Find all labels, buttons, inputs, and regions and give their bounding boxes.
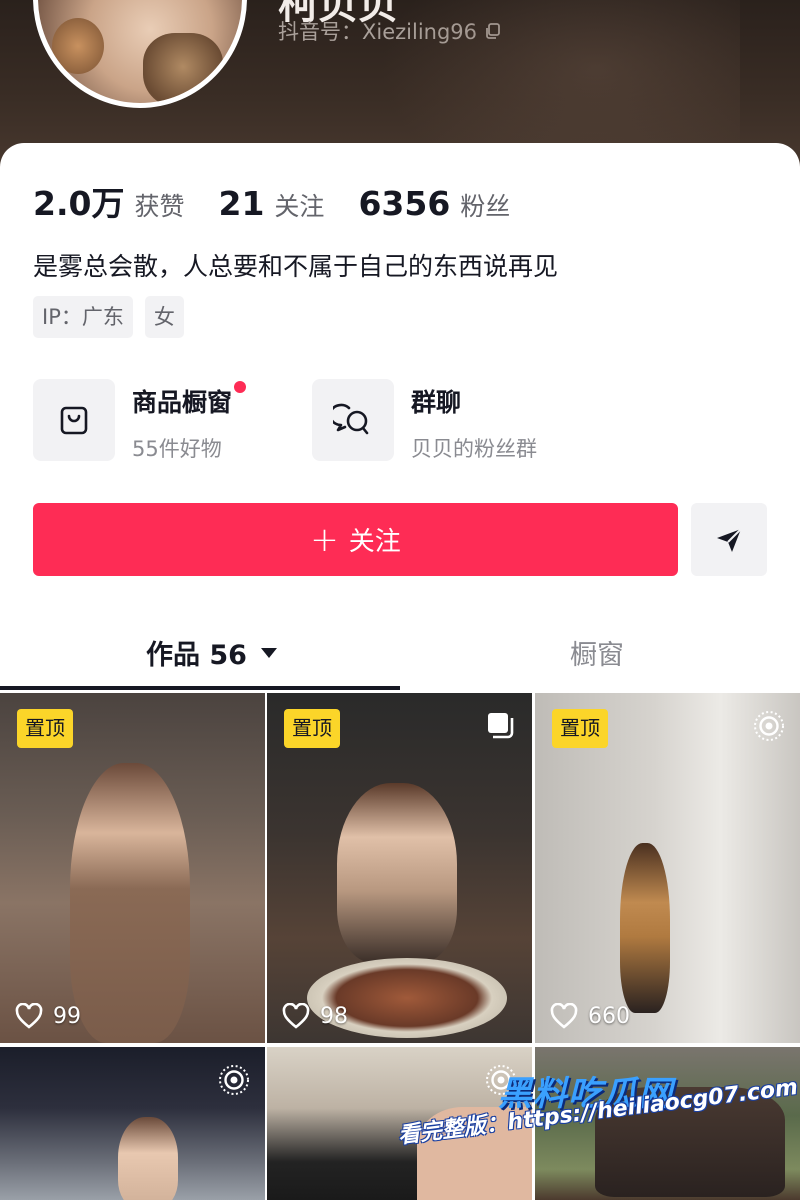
like-count-text: 99 [53, 1003, 81, 1029]
like-count: 660 [550, 1003, 630, 1029]
follow-button[interactable]: + 关注 [33, 503, 678, 576]
tile-photo [417, 1107, 532, 1200]
profile-tags: IP：广东 女 [33, 296, 184, 338]
video-tile[interactable]: 置顶 98 [267, 693, 532, 1043]
shop-title: 商品橱窗 [132, 381, 247, 419]
group-chat-entry[interactable]: 群聊 贝贝的粉丝群 [312, 379, 537, 463]
heart-icon [282, 1003, 310, 1029]
avatar-cat [143, 33, 223, 103]
group-title: 群聊 [411, 388, 462, 417]
like-count: 99 [15, 1003, 81, 1029]
tile-photo [337, 783, 457, 963]
tag-gender: 女 [144, 296, 184, 338]
profile-card: 2.0万 获赞 21 关注 6356 粉丝 是雾总会散，人总要和不属于自己的东西… [0, 143, 800, 1200]
tile-photo [595, 1087, 785, 1197]
copy-icon[interactable] [483, 21, 503, 41]
like-count: 98 [282, 1003, 348, 1029]
stat-likes-label: 获赞 [134, 192, 185, 221]
profile-bio: 是雾总会散，人总要和不属于自己的东西说再见 [33, 252, 559, 281]
live-photo-icon [219, 1065, 249, 1095]
multi-image-icon [488, 713, 514, 739]
tab-works-label: 作品 56 [146, 640, 247, 671]
shop-subtitle: 55件好物 [132, 437, 222, 461]
tab-shop-window[interactable]: 橱窗 [570, 633, 624, 672]
pinned-badge: 置顶 [552, 709, 608, 748]
profile-handle[interactable]: 抖音号：Xieziling96 [278, 16, 503, 46]
like-count-text: 98 [320, 1003, 348, 1029]
video-tile[interactable] [0, 1047, 265, 1200]
stat-followers[interactable]: 6356 粉丝 [358, 184, 510, 223]
handle-text: 抖音号：Xieziling96 [278, 20, 478, 44]
caret-down-icon [260, 647, 277, 658]
send-icon [717, 527, 742, 552]
shop-window-entry[interactable]: 商品橱窗 55件好物 [33, 379, 247, 463]
like-count-text: 660 [588, 1003, 630, 1029]
pinned-badge: 置顶 [17, 709, 73, 748]
heart-icon [15, 1003, 43, 1029]
tile-photo [620, 843, 670, 1013]
plus-icon: + [310, 519, 339, 560]
live-photo-icon [754, 711, 784, 741]
video-tile[interactable] [535, 1047, 800, 1200]
share-button[interactable] [691, 503, 767, 576]
stat-following-label: 关注 [274, 192, 325, 221]
chat-bubbles-icon [333, 403, 369, 435]
stat-likes-number: 2.0万 [33, 184, 125, 223]
stats-row: 2.0万 获赞 21 关注 6356 粉丝 [33, 177, 544, 225]
shop-icon-box [33, 379, 115, 461]
tile-photo [70, 763, 190, 1043]
pinned-badge: 置顶 [284, 709, 340, 748]
video-grid: 置顶 99 置顶 98 置顶 660 [0, 693, 800, 1200]
follow-label: 关注 [348, 527, 401, 557]
video-tile[interactable]: 置顶 99 [0, 693, 265, 1043]
video-tile[interactable] [267, 1047, 532, 1200]
shopping-bag-icon [60, 406, 88, 435]
tab-works[interactable]: 作品 56 [146, 633, 277, 672]
notification-dot [234, 381, 247, 393]
tile-photo [118, 1117, 178, 1200]
stat-followers-label: 粉丝 [460, 192, 511, 221]
tag-ip-location: IP：广东 [33, 296, 133, 338]
avatar-teddy-bear [52, 18, 104, 74]
stat-following[interactable]: 21 关注 [218, 184, 324, 223]
video-tile[interactable]: 置顶 660 [535, 693, 800, 1043]
shop-title-text: 商品橱窗 [132, 388, 233, 417]
content-tabs: 作品 56 橱窗 [0, 613, 800, 693]
live-photo-icon [486, 1065, 516, 1095]
group-icon-box [312, 379, 394, 461]
stat-following-number: 21 [218, 184, 265, 223]
stat-likes[interactable]: 2.0万 获赞 [33, 177, 184, 225]
avatar[interactable] [33, 0, 247, 108]
stat-followers-number: 6356 [358, 184, 451, 223]
active-tab-underline [0, 686, 400, 690]
heart-icon [550, 1003, 578, 1029]
group-subtitle: 贝贝的粉丝群 [411, 437, 537, 461]
